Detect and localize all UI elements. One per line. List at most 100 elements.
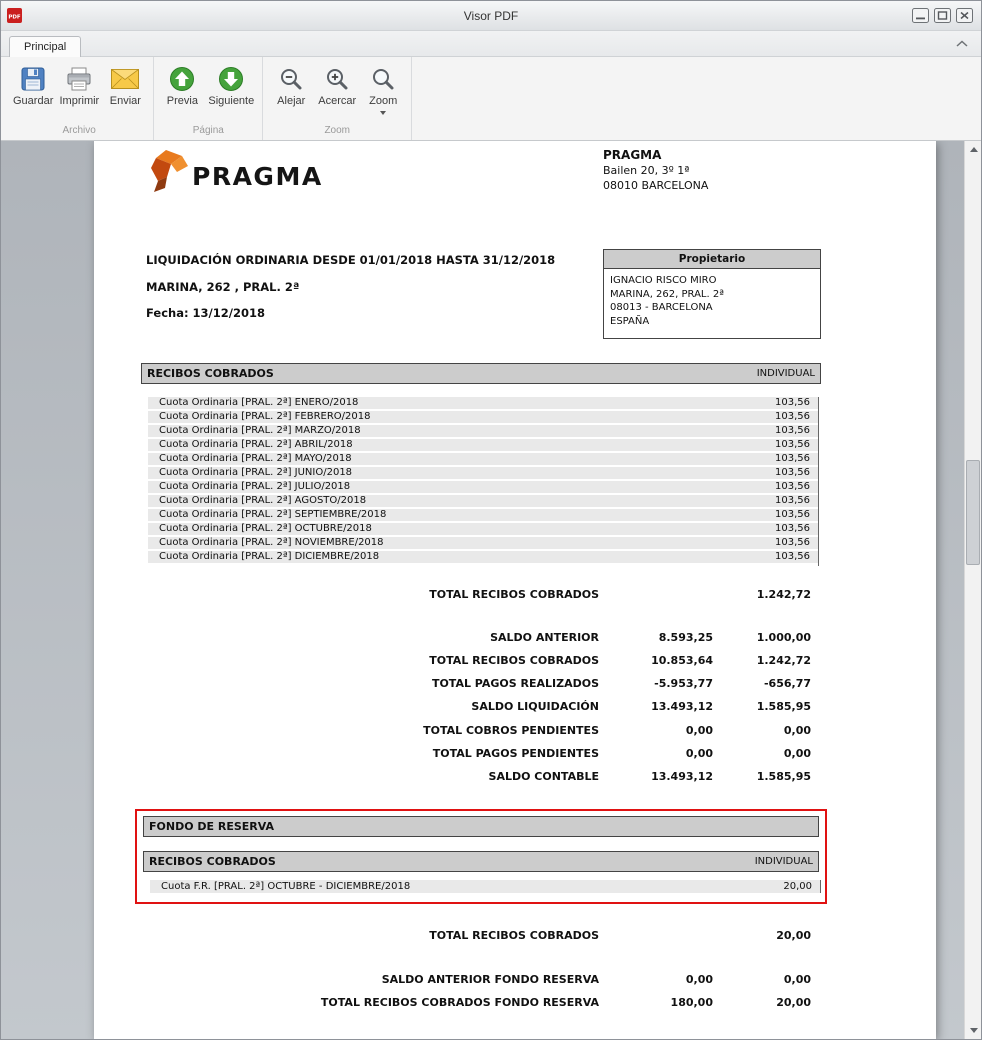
arrow-down-icon: [970, 1028, 978, 1033]
table-row: Cuota Ordinaria [PRAL. 2ª] FEBRERO/2018 1…: [148, 411, 818, 423]
row-label: Cuota Ordinaria [PRAL. 2ª] NOVIEMBRE/201…: [148, 537, 384, 549]
summary-col1: 0,00: [599, 747, 713, 761]
owner-box: Propietario IGNACIO RISCO MIRO MARINA, 2…: [603, 249, 821, 339]
summary-label: TOTAL RECIBOS COBRADOS: [141, 654, 599, 668]
document-body: RECIBOS COBRADOS INDIVIDUAL Cuota Ordina…: [141, 363, 821, 1019]
recibos-table: Cuota Ordinaria [PRAL. 2ª] ENERO/2018 103…: [148, 397, 819, 566]
scrollbar-thumb[interactable]: [966, 460, 980, 565]
total-col1: [599, 588, 713, 602]
table-row: Cuota Ordinaria [PRAL. 2ª] ENERO/2018 103…: [148, 397, 818, 409]
guardar-label: Guardar: [13, 95, 53, 107]
ribbon: Guardar Imprimir Enviar Archivo: [1, 57, 981, 141]
company-name: PRAGMA: [603, 148, 708, 163]
fondo-recibos-tag: INDIVIDUAL: [755, 856, 813, 867]
owner-box-header: Propietario: [603, 249, 821, 269]
row-amount: 103,56: [775, 467, 818, 479]
scroll-down-button[interactable]: [965, 1022, 981, 1039]
summary-col2: 0,00: [713, 747, 811, 761]
row-amount: 103,56: [775, 481, 818, 493]
table-row: Cuota Ordinaria [PRAL. 2ª] JULIO/2018103…: [148, 481, 818, 493]
pdf-page: PRAGMA PRAGMA Bailen 20, 3º 1ª 08010 BAR…: [94, 141, 936, 1039]
siguiente-button[interactable]: Siguiente: [205, 62, 257, 109]
summary-col1: 180,00: [599, 996, 713, 1010]
previa-button[interactable]: Previa: [159, 62, 205, 109]
group-label-archivo: Archivo: [10, 123, 148, 140]
row-amount: 103,56: [775, 439, 818, 451]
row-label: Cuota Ordinaria [PRAL. 2ª] AGOSTO/2018: [148, 495, 366, 507]
summary-col1: 8.593,25: [599, 631, 713, 645]
scroll-up-button[interactable]: [965, 141, 981, 158]
vertical-scrollbar[interactable]: [964, 141, 981, 1039]
summary-row: TOTAL COBROS PENDIENTES0,000,00: [141, 724, 821, 738]
svg-text:PDF: PDF: [8, 15, 21, 21]
total-label: TOTAL RECIBOS COBRADOS: [141, 929, 599, 943]
summary-row: TOTAL RECIBOS COBRADOS10.853,641.242,72: [141, 654, 821, 668]
pragma-logo: PRAGMA: [142, 147, 322, 201]
table-row: Cuota Ordinaria [PRAL. 2ª] OCTUBRE/20181…: [148, 523, 818, 535]
title-bar: PDF Visor PDF: [1, 1, 981, 31]
collapse-ribbon-icon[interactable]: [955, 39, 969, 48]
zoom-button[interactable]: Zoom: [360, 62, 406, 117]
imprimir-button[interactable]: Imprimir: [56, 62, 102, 109]
minimize-button[interactable]: [912, 8, 929, 23]
row-label: Cuota Ordinaria [PRAL. 2ª] ABRIL/2018: [148, 439, 353, 451]
row-amount: 103,56: [775, 537, 818, 549]
table-row: Cuota Ordinaria [PRAL. 2ª] DICIEMBRE/201…: [148, 551, 818, 563]
siguiente-label: Siguiente: [208, 95, 254, 107]
tab-principal[interactable]: Principal: [9, 36, 81, 57]
acercar-label: Acercar: [318, 95, 356, 107]
property-line: MARINA, 262 , PRAL. 2ª: [146, 280, 299, 294]
row-amount: 103,56: [775, 425, 818, 437]
fondo-table: Cuota F.R. [PRAL. 2ª] OCTUBRE - DICIEMBR…: [150, 880, 821, 893]
enviar-button[interactable]: Enviar: [102, 62, 148, 109]
total-col1: [599, 929, 713, 943]
table-row: Cuota Ordinaria [PRAL. 2ª] MARZO/2018103…: [148, 425, 818, 437]
owner-address1: MARINA, 262, PRAL. 2ª: [610, 288, 814, 302]
summary-col1: 0,00: [599, 973, 713, 987]
fondo-section-header: FONDO DE RESERVA: [143, 816, 819, 837]
imprimir-label: Imprimir: [60, 95, 100, 107]
summary-row: SALDO ANTERIOR FONDO RESERVA0,000,00: [141, 973, 821, 987]
liquidation-title: LIQUIDACIÓN ORDINARIA DESDE 01/01/2018 H…: [146, 253, 555, 267]
row-label: Cuota Ordinaria [PRAL. 2ª] DICIEMBRE/201…: [148, 551, 379, 563]
summary-label: SALDO LIQUIDACIÓN: [141, 700, 599, 714]
row-amount: 103,56: [775, 397, 818, 409]
guardar-button[interactable]: Guardar: [10, 62, 56, 109]
summary-block: SALDO ANTERIOR8.593,251.000,00 TOTAL REC…: [141, 631, 821, 784]
summary-col2: 0,00: [713, 724, 811, 738]
alejar-button[interactable]: Alejar: [268, 62, 314, 109]
company-address-line1: Bailen 20, 3º 1ª: [603, 163, 708, 178]
ribbon-tab-bar: Principal: [1, 31, 981, 57]
group-label-pagina: Página: [159, 123, 257, 140]
row-amount: 103,56: [775, 411, 818, 423]
row-label: Cuota Ordinaria [PRAL. 2ª] SEPTIEMBRE/20…: [148, 509, 386, 521]
summary-col2: 20,00: [713, 996, 811, 1010]
printer-icon: [66, 66, 92, 92]
table-row: Cuota Ordinaria [PRAL. 2ª] ABRIL/2018 103…: [148, 439, 818, 451]
alejar-label: Alejar: [277, 95, 305, 107]
row-label: Cuota Ordinaria [PRAL. 2ª] MAYO/2018: [148, 453, 352, 465]
summary-col2: 1.585,95: [713, 770, 811, 784]
close-button[interactable]: [956, 8, 973, 23]
arrow-up-circle-icon: [169, 66, 195, 92]
summary-row: SALDO LIQUIDACIÓN13.493,121.585,95: [141, 700, 821, 714]
table-row: Cuota Ordinaria [PRAL. 2ª] JUNIO/2018 103…: [148, 467, 818, 479]
row-label: Cuota Ordinaria [PRAL. 2ª] JUNIO/2018: [148, 467, 352, 479]
enviar-label: Enviar: [110, 95, 141, 107]
row-label: Cuota Ordinaria [PRAL. 2ª] ENERO/2018: [148, 397, 358, 409]
fondo-reserva-highlight-box: FONDO DE RESERVA RECIBOS COBRADOS INDIVI…: [135, 809, 827, 904]
zoom-icon: [370, 66, 396, 92]
summary-col2: 0,00: [713, 973, 811, 987]
chevron-down-icon: [380, 111, 386, 115]
owner-name: IGNACIO RISCO MIRO: [610, 274, 814, 288]
maximize-button[interactable]: [934, 8, 951, 23]
summary-col2: 1.242,72: [713, 654, 811, 668]
row-label: Cuota Ordinaria [PRAL. 2ª] FEBRERO/2018: [148, 411, 371, 423]
summary-row: SALDO ANTERIOR8.593,251.000,00: [141, 631, 821, 645]
recibos-total-row: TOTAL RECIBOS COBRADOS 1.242,72: [141, 588, 821, 602]
summary-label: SALDO ANTERIOR: [141, 631, 599, 645]
summary-label: SALDO ANTERIOR FONDO RESERVA: [141, 973, 599, 987]
section-tag: INDIVIDUAL: [757, 368, 815, 379]
acercar-button[interactable]: Acercar: [314, 62, 360, 109]
summary-col2: -656,77: [713, 677, 811, 691]
